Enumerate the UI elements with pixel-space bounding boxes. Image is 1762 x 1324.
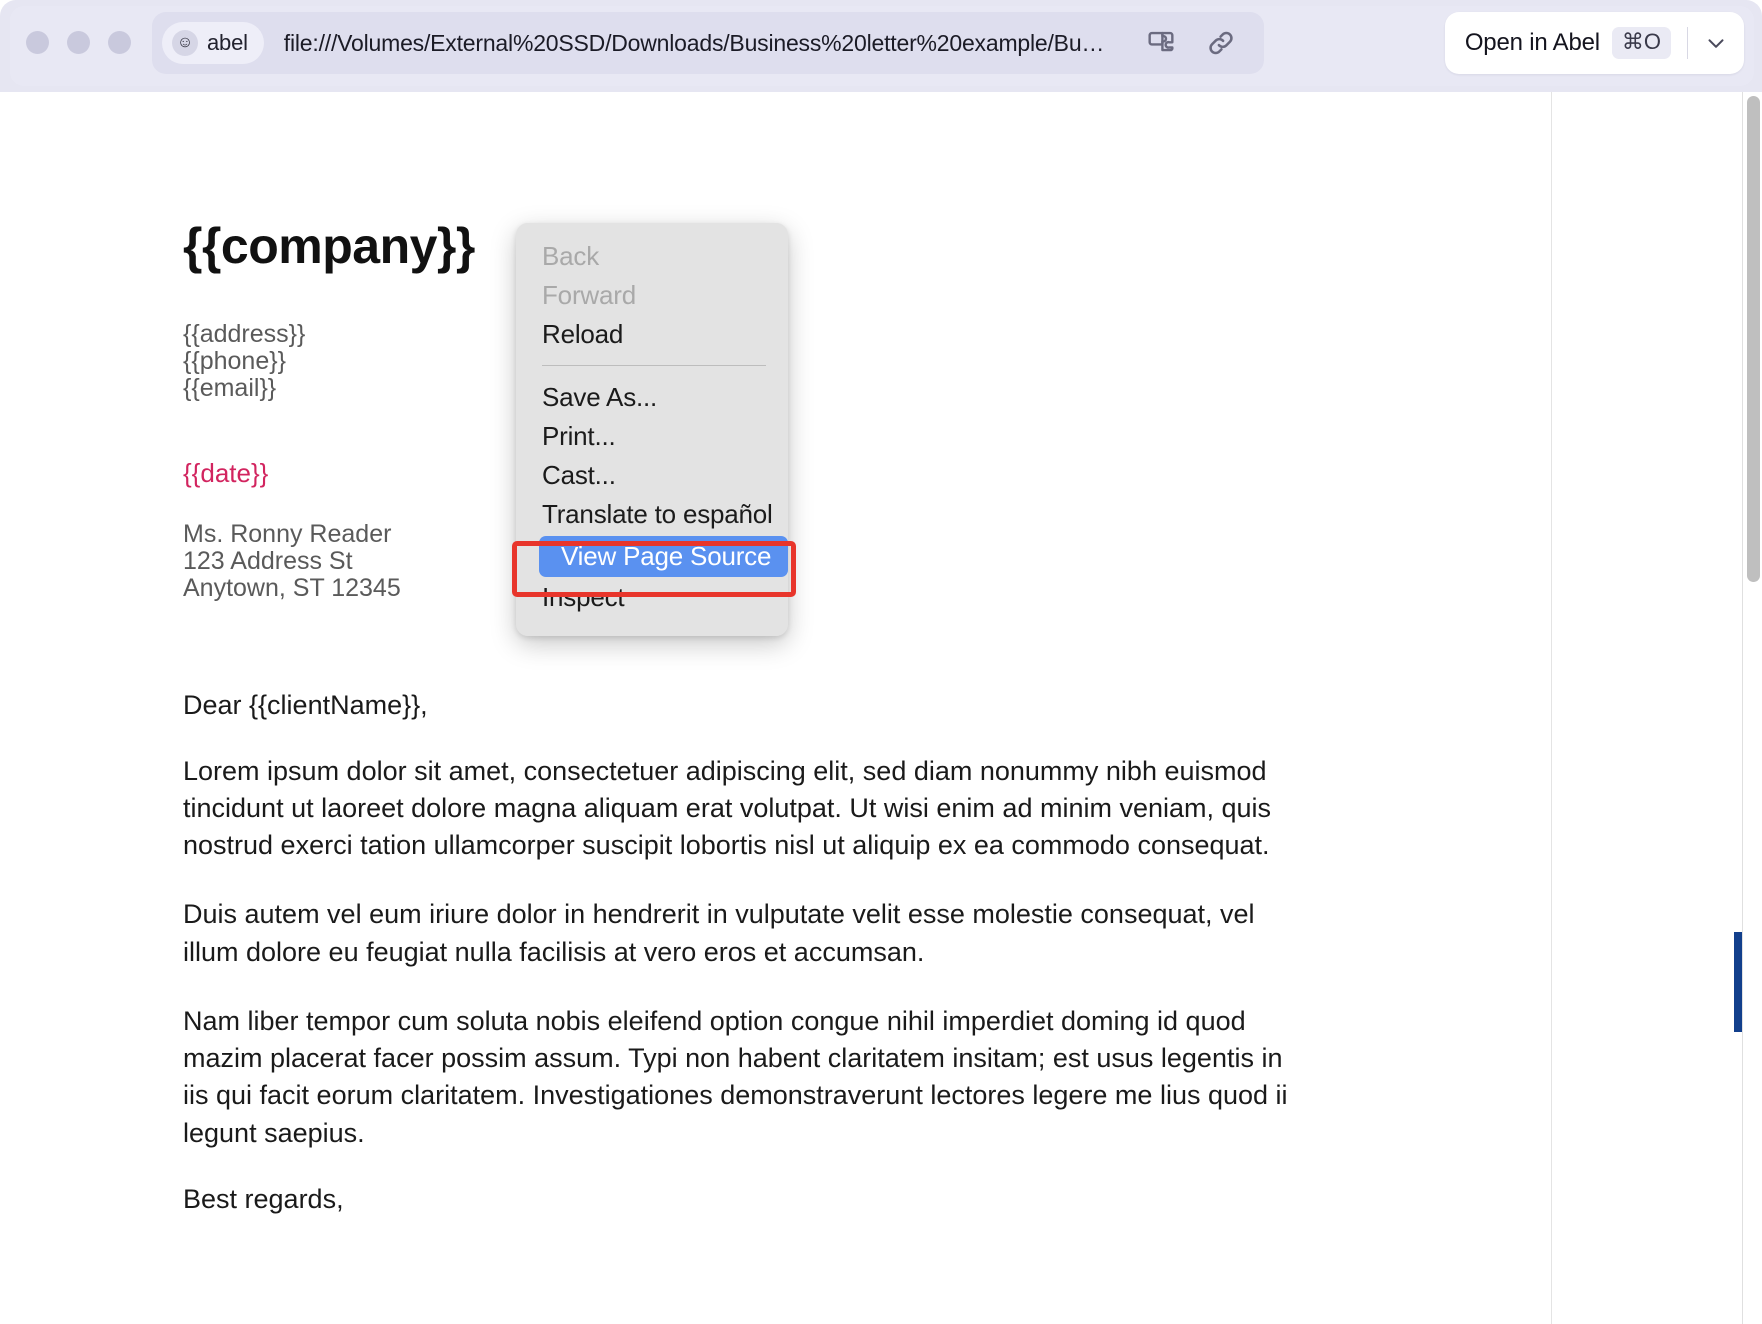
context-menu-divider [542, 365, 766, 366]
context-menu-item-cast[interactable]: Cast... [516, 456, 788, 495]
body-paragraph: Nam liber tempor cum soluta nobis eleife… [183, 1005, 1288, 1148]
context-menu-item-label: Cast... [542, 460, 616, 490]
browser-window: ☺ abel file:///Volumes/External%20SSD/Do… [0, 0, 1762, 1324]
body-paragraph: Lorem ipsum dolor sit amet, consectetuer… [183, 755, 1272, 861]
address-bar[interactable]: ☺ abel file:///Volumes/External%20SSD/Do… [152, 12, 1264, 74]
window-traffic-lights [26, 31, 131, 54]
open-in-abel-shortcut: ⌘O [1611, 26, 1671, 60]
context-menu-item-reload[interactable]: Reload [516, 315, 788, 354]
minimize-window-button[interactable] [67, 31, 90, 54]
url-text[interactable]: file:///Volumes/External%20SSD/Downloads… [284, 30, 1104, 57]
divider [1687, 27, 1688, 59]
signoff: Best regards, [183, 1183, 344, 1214]
context-menu-item-inspect[interactable]: Inspect [516, 578, 788, 617]
context-menu-item-translate[interactable]: Translate to español [516, 495, 788, 534]
context-menu-item-label: Inspect [542, 582, 625, 612]
context-menu-item-forward: Forward [516, 276, 788, 315]
title-bar: ☺ abel file:///Volumes/External%20SSD/Do… [0, 0, 1762, 92]
context-menu-item-label: Forward [542, 280, 636, 310]
profile-chip[interactable]: ☺ abel [162, 22, 264, 64]
page-edge-peek [1734, 92, 1742, 1324]
page-viewport: {{company}} {{address}} {{phone}} {{emai… [0, 92, 1762, 1324]
scrollbar-thumb[interactable] [1747, 96, 1760, 582]
open-in-abel-label: Open in Abel [1464, 29, 1600, 56]
context-menu-item-print[interactable]: Print... [516, 417, 788, 456]
context-menu: Back Forward Reload Save As... Print... … [516, 223, 788, 636]
background-window-edge [1734, 932, 1742, 1032]
context-menu-item-label: Translate to español [542, 499, 773, 529]
chevron-down-icon[interactable] [1694, 21, 1738, 65]
maximize-window-button[interactable] [108, 31, 131, 54]
vertical-scrollbar[interactable] [1742, 92, 1762, 1324]
close-window-button[interactable] [26, 31, 49, 54]
context-menu-item-label: View Page Source [539, 535, 788, 577]
context-menu-item-back: Back [516, 237, 788, 276]
context-menu-item-view-page-source[interactable]: View Page Source [516, 534, 788, 578]
context-menu-item-label: Back [542, 241, 600, 271]
context-menu-item-label: Print... [542, 421, 616, 451]
context-menu-item-label: Save As... [542, 382, 658, 412]
smiley-face-avatar-icon: ☺ [172, 30, 198, 56]
puzzle-piece-icon[interactable] [1144, 26, 1178, 60]
open-in-abel-button[interactable]: Open in Abel ⌘O [1444, 12, 1744, 74]
address-bar-icons [1144, 26, 1264, 60]
link-chain-icon[interactable] [1204, 26, 1238, 60]
context-menu-item-label: Reload [542, 319, 624, 349]
profile-name-label: abel [207, 30, 248, 55]
body-paragraph: Duis autem vel eum iriure dolor in hendr… [183, 899, 1255, 967]
salutation: Dear {{clientName}}, [183, 689, 428, 720]
context-menu-item-save-as[interactable]: Save As... [516, 378, 788, 417]
